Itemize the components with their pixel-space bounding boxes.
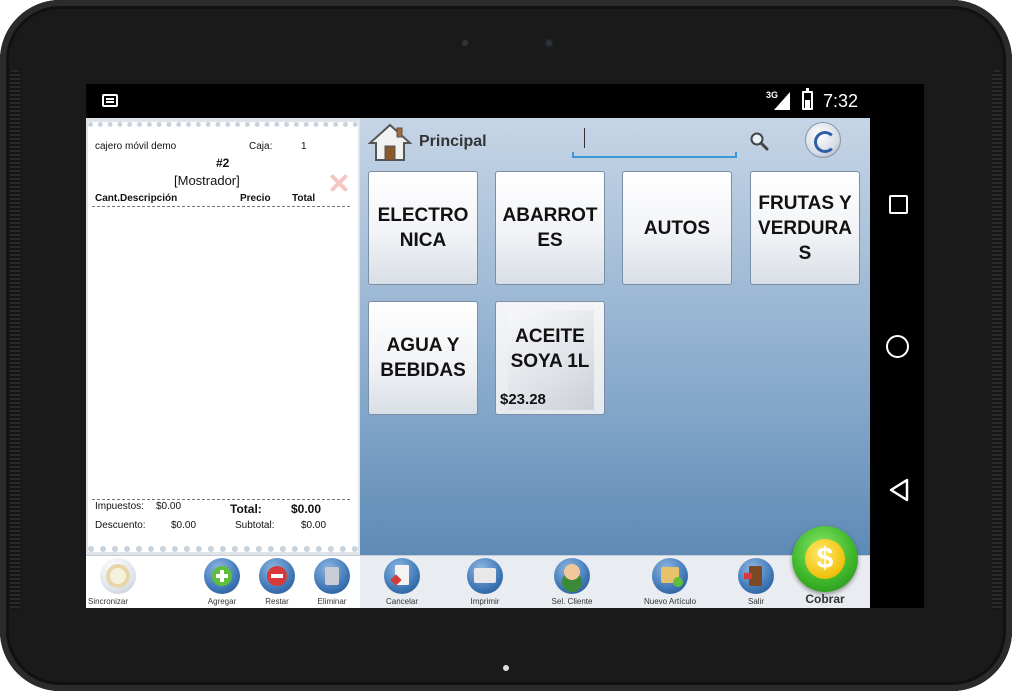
close-icon[interactable] — [328, 172, 350, 194]
customer-name[interactable]: [Mostrador] — [174, 173, 240, 188]
footer-divider — [92, 499, 350, 500]
receipt-paper: cajero móvil demo Caja: 1 #2 [Mostrador]… — [88, 122, 358, 552]
subtotal-value: $0.00 — [301, 520, 327, 531]
discount-value: $0.00 — [171, 520, 197, 531]
search-caret — [584, 128, 585, 148]
back-icon[interactable] — [888, 478, 910, 502]
status-time: 7:32 — [823, 91, 859, 111]
device-screen: 3G 7:32 cajero móvil demo Caja: 1 #2 [Mo… — [86, 84, 924, 608]
register-label: Caja: — [249, 141, 273, 152]
product-price: $23.28 — [500, 391, 546, 408]
product-tile[interactable]: ACEITE SOYA 1L $23.28 — [495, 301, 605, 415]
sync-button[interactable]: Sincronizar — [88, 558, 148, 608]
select-client-button[interactable]: Sel. Cliente — [542, 558, 602, 608]
category-tile[interactable]: ABARROT ES — [495, 171, 605, 285]
charge-button[interactable]: $ Cobrar — [790, 526, 860, 608]
notification-icon — [102, 94, 118, 107]
taxes-value: $0.00 — [156, 501, 182, 512]
charge-label: Cobrar — [805, 592, 845, 606]
sync-icon — [100, 558, 136, 594]
delete-button[interactable]: Eliminar — [302, 558, 362, 608]
print-button[interactable]: Imprimir — [455, 558, 515, 608]
sync-icon[interactable] — [805, 122, 841, 158]
ticket-number: #2 — [216, 156, 230, 170]
add-button[interactable]: Agregar — [192, 558, 252, 608]
speaker-grille-left — [10, 70, 20, 610]
column-price: Precio — [240, 193, 271, 204]
category-tile[interactable]: FRUTAS Y VERDURA S — [750, 171, 860, 285]
page-title: Principal — [419, 133, 487, 150]
system-nav-bar — [870, 118, 924, 608]
status-bar: 3G 7:32 — [86, 84, 924, 118]
total-label: Total: — [230, 502, 262, 516]
home-icon[interactable] — [368, 122, 412, 162]
category-tile[interactable]: ELECTRO NICA — [368, 171, 478, 285]
recent-apps-icon[interactable] — [889, 195, 908, 214]
exit-button[interactable]: Salir — [726, 558, 786, 608]
new-item-icon — [652, 558, 688, 594]
home-circle-icon[interactable] — [886, 335, 909, 358]
sensor-dot — [462, 40, 468, 46]
search-input[interactable] — [572, 152, 737, 158]
subtotal-label: Subtotal: — [235, 520, 275, 531]
front-camera — [544, 38, 554, 48]
product-name: ACEITE SOYA 1L — [510, 326, 590, 372]
plus-icon — [204, 558, 240, 594]
bottom-toolbar: Sincronizar Agregar Restar Eliminar Canc… — [86, 526, 870, 608]
discount-label: Descuento: — [95, 520, 146, 531]
register-value: 1 — [301, 141, 307, 152]
category-tile[interactable]: AGUA Y BEBIDAS — [368, 301, 478, 415]
home-indicator-dot — [503, 665, 509, 671]
column-total: Total — [292, 193, 316, 204]
subtract-button[interactable]: Restar — [247, 558, 307, 608]
search-icon[interactable] — [749, 131, 769, 151]
dollar-coin-icon: $ — [792, 526, 858, 592]
minus-icon — [259, 558, 295, 594]
total-value: $0.00 — [291, 502, 322, 516]
battery-icon — [802, 88, 813, 110]
taxes-label: Impuestos: — [95, 501, 144, 512]
exit-door-icon — [738, 558, 774, 594]
trash-icon — [314, 558, 350, 594]
client-icon — [554, 558, 590, 594]
column-qty-description: Cant.Descripción — [95, 193, 178, 204]
category-grid-area: Principal ELECTRO NICA ABARROT ES AUTOS … — [360, 118, 870, 555]
header-divider — [92, 206, 350, 207]
receipt-panel: cajero móvil demo Caja: 1 #2 [Mostrador]… — [86, 118, 360, 555]
cancel-button[interactable]: Cancelar — [372, 558, 432, 608]
cashier-name: cajero móvil demo — [95, 141, 177, 152]
cancel-doc-icon — [384, 558, 420, 594]
speaker-grille-right — [992, 70, 1002, 610]
signal-icon — [774, 92, 790, 110]
category-tile[interactable]: AUTOS — [622, 171, 732, 285]
new-item-button[interactable]: Nuevo Artículo — [640, 558, 700, 608]
printer-icon — [467, 558, 503, 594]
pos-app: cajero móvil demo Caja: 1 #2 [Mostrador]… — [86, 118, 870, 608]
